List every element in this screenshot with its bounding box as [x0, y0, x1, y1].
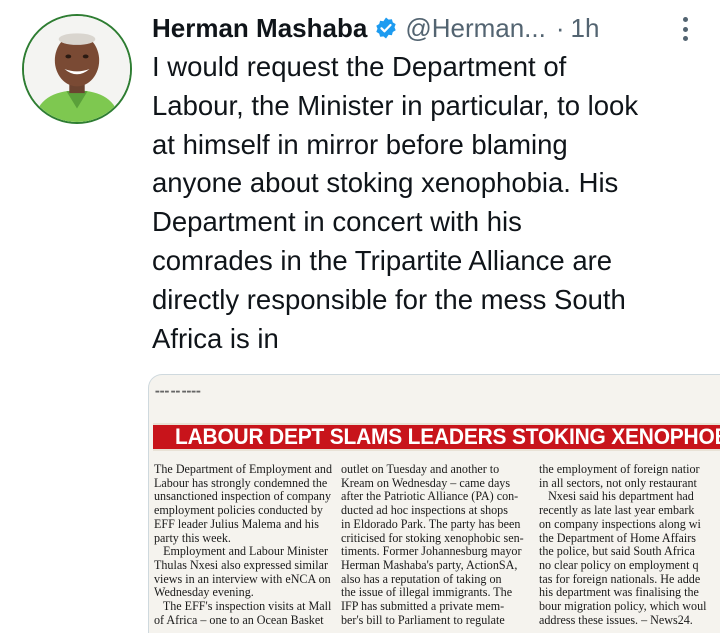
avatar[interactable]: [22, 14, 132, 124]
headline-text: LABOUR DEPT SLAMS LEADERS STOKING XENOPH…: [175, 424, 720, 449]
clipping-date-stamp: ▬▬▬ ▬▬ ▬▬▬▬: [155, 389, 201, 395]
verified-badge-icon: [374, 16, 398, 40]
article-column-2: outlet on Tuesday and another to Kream o…: [341, 463, 524, 627]
timestamp[interactable]: 1h: [571, 13, 600, 44]
more-options-icon[interactable]: [675, 14, 695, 44]
tweet-text: I would request the Department of Labour…: [152, 51, 639, 354]
tweet-media-image[interactable]: ▬▬▬ ▬▬ ▬▬▬▬ LABOUR DEPT SLAMS LEADERS ST…: [148, 374, 720, 633]
article-column-3: the employment of foreign natior in all …: [539, 463, 707, 627]
tweet-header: Herman Mashaba @Herman... · 1h: [152, 8, 712, 48]
display-name[interactable]: Herman Mashaba: [152, 13, 367, 44]
separator-dot: ·: [555, 12, 565, 43]
article-column-1: The Department of Employment and Labour …: [154, 463, 332, 627]
handle[interactable]: @Herman...: [405, 13, 546, 44]
avatar-image: [24, 16, 130, 122]
newspaper-headline: LABOUR DEPT SLAMS LEADERS STOKING XENOPH…: [153, 423, 720, 451]
